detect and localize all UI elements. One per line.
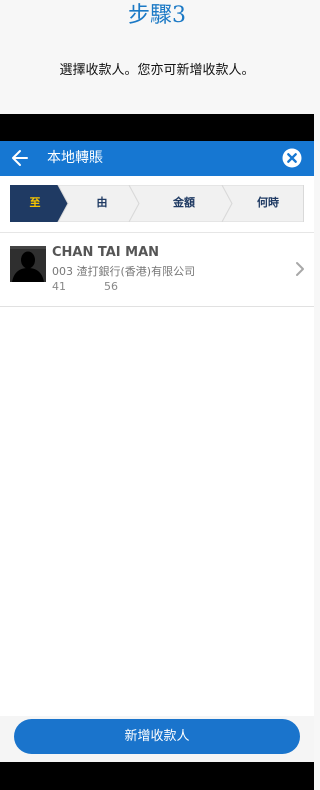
- avatar: [10, 246, 46, 282]
- app-header: 本地轉賬: [0, 141, 314, 176]
- person-silhouette-icon: [10, 246, 46, 282]
- payee-name: CHAN TAI MAN: [52, 245, 160, 260]
- step-title: 步驟3: [128, 3, 186, 28]
- payee-account-part2: 56: [104, 280, 118, 293]
- payee-bank: 003 渣打銀行(香港)有限公司: [52, 265, 196, 278]
- back-arrow-icon[interactable]: [10, 147, 30, 169]
- chevron-right-icon: [295, 261, 305, 277]
- phone-navigation-bar: [0, 762, 314, 790]
- add-payee-button[interactable]: 新增收款人: [14, 719, 300, 754]
- payee-list: CHAN TAI MAN 003 渣打銀行(香港)有限公司 41 56: [0, 232, 314, 716]
- page: 步驟3 選擇收款人。您亦可新增收款人。 本地轉賬 至 由 金額 何時 CHAN …: [0, 0, 314, 790]
- step-from: 由: [96, 196, 108, 209]
- close-icon[interactable]: [282, 148, 302, 168]
- phone-status-bar: [0, 114, 314, 141]
- stepper: 至 由 金額 何時: [10, 185, 304, 222]
- header-title: 本地轉賬: [47, 150, 103, 166]
- step-description: 選擇收款人。您亦可新增收款人。: [59, 63, 255, 78]
- payee-row[interactable]: CHAN TAI MAN 003 渣打銀行(香港)有限公司 41 56: [0, 233, 314, 307]
- step-amount: 金額: [173, 196, 195, 209]
- bottom-bar: 新增收款人: [0, 716, 314, 762]
- step-when: 何時: [257, 196, 279, 209]
- payee-account-part1: 41: [52, 280, 66, 293]
- step-to: 至: [29, 196, 41, 209]
- stepper-area: 至 由 金額 何時: [0, 176, 314, 232]
